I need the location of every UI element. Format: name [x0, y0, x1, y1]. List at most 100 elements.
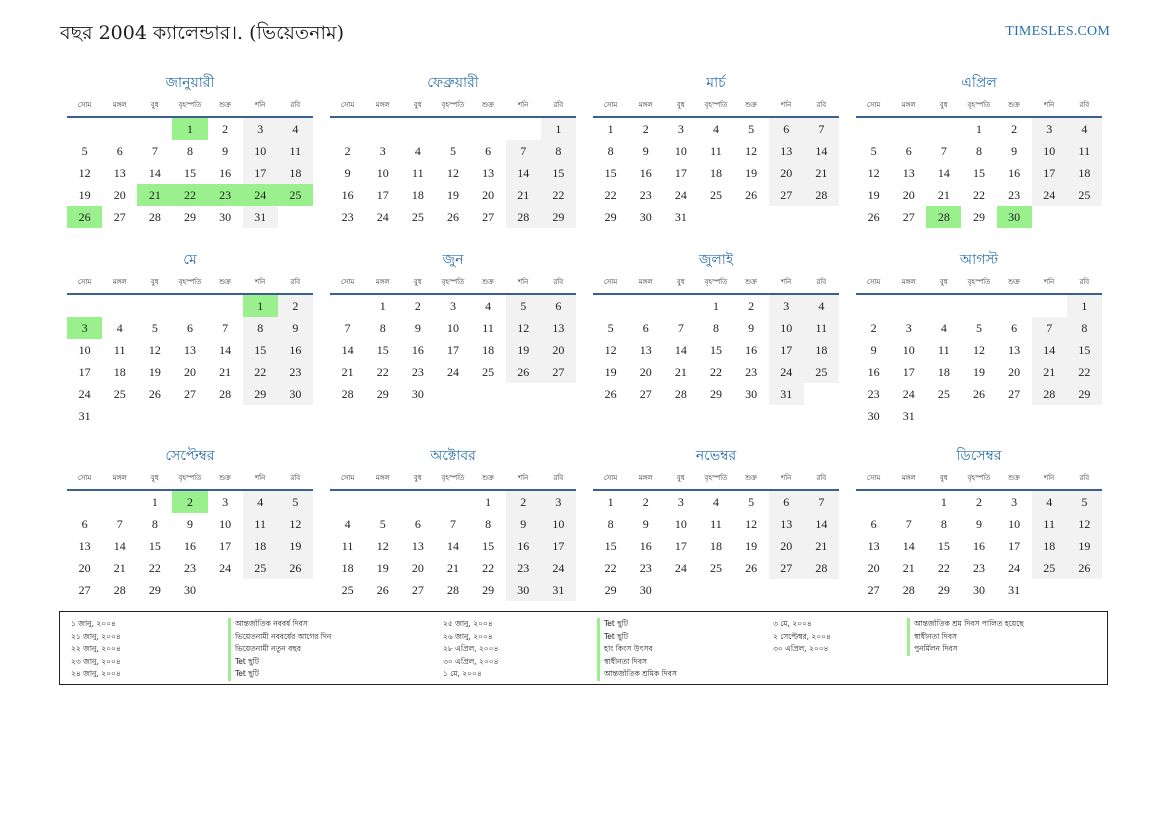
empty-cell: [997, 295, 1032, 317]
day-cell: 10: [768, 317, 804, 339]
day-cell: 22: [1066, 361, 1102, 383]
empty-cell: [926, 295, 961, 317]
day-cell: 10: [446, 321, 459, 335]
month-block: ডিসেম্বর সোম মঙ্গল বুধ বৃহস্পতি শুক্র শনি রবি 1 2…: [856, 446, 1102, 606]
weekday-label: শুক্র: [745, 278, 757, 286]
day-cell: 22: [376, 365, 389, 379]
day-cell: 25: [709, 561, 722, 575]
day-cell: 11: [277, 140, 313, 162]
day-cell: 9: [277, 317, 313, 339]
weekday-label: বুধ: [939, 278, 948, 286]
day-cell: 4: [242, 491, 278, 513]
day-cell: 1: [712, 299, 719, 313]
holiday-date: ২৪ জানু, ২০০৪: [71, 669, 121, 678]
day-cell: 9: [642, 517, 649, 531]
day-cell: 26: [604, 387, 617, 401]
day-cell: 21: [113, 561, 126, 575]
day-cell: 30: [867, 409, 880, 423]
day-cell: 27: [482, 210, 495, 224]
day-cell: 8: [485, 517, 492, 531]
day-cell: 22: [937, 561, 950, 575]
day-cell: 12: [505, 317, 541, 339]
day-cell: 29: [183, 210, 196, 224]
day-cell: 21: [902, 561, 915, 575]
month-block: জুন সোম মঙ্গল বুধ বৃহস্পতি শুক্র শনি রবি 1 2 3 4 5 6 7…: [330, 250, 576, 442]
day-cell: 31: [1008, 583, 1021, 597]
weekday-label: রবি: [816, 101, 827, 109]
day-cell: 5: [748, 122, 755, 136]
day-cell: 22: [604, 188, 617, 202]
day-cell: 7: [116, 517, 123, 531]
day-cells: 1 2 3 4 5 6 7 8 9 10 11 12 13 14 15 16 17 18 19 20 21 22 23 24 2…: [330, 295, 576, 405]
day-cell: 7: [803, 491, 839, 513]
day-cell: 6: [905, 144, 912, 158]
day-cell: 29: [937, 583, 950, 597]
empty-cell: [628, 295, 663, 317]
day-cell: 4: [1031, 491, 1067, 513]
holiday-date: ৩ মে, ২০০৪: [773, 619, 812, 628]
day-cell: 15: [482, 539, 495, 553]
day-cell: 16: [505, 535, 541, 557]
day-cell: 25: [937, 387, 950, 401]
day-cell: 2: [344, 144, 351, 158]
holiday-name-column: Tet ছুটি Tet ছুটি হাং কিংস উৎসব স্বাধীনতা দ…: [597, 618, 677, 681]
empty-cell: [471, 118, 506, 140]
day-cell: 16: [867, 365, 880, 379]
weekday-label: শুক্র: [482, 278, 494, 286]
holiday-name-column: আন্তর্জাতিক শ্রম দিবস পালিত হয়েছে স্বাধী…: [907, 618, 1024, 656]
day-cell: 29: [540, 206, 576, 228]
day-cell: 4: [344, 517, 351, 531]
holiday-date: ৩০ এপ্রিল, ২০০৪: [443, 656, 499, 666]
weekday-label: বুধ: [413, 101, 422, 109]
day-cell: 9: [186, 517, 193, 531]
weekday-header: সোম মঙ্গল বুধ বৃহস্পতি শুক্র শনি রবি: [593, 271, 839, 295]
day-cell: 13: [867, 539, 880, 553]
weekday-label: শুক্র: [745, 474, 757, 482]
day-cell: 27: [411, 583, 424, 597]
day-cell: 13: [113, 166, 126, 180]
weekday-label: সোম: [340, 474, 355, 482]
day-cell: 19: [867, 188, 880, 202]
day-cell: 9: [1011, 144, 1018, 158]
day-cell: 13: [902, 166, 915, 180]
day-cell: 9: [870, 343, 877, 357]
day-cell: 15: [709, 343, 722, 357]
holiday-name-column: আন্তর্জাতিক নববর্ষ দিবস ভিয়েতনামী নববর্ষ…: [228, 618, 331, 681]
day-cell: 12: [277, 513, 313, 535]
day-cell: 10: [219, 517, 232, 531]
day-cell: 18: [1031, 535, 1067, 557]
day-cell: 3: [242, 118, 278, 140]
month-block: জুলাই সোম মঙ্গল বুধ বৃহস্পতি শুক্র শনি রবি 1 2 3 4 5…: [593, 250, 839, 442]
day-cell: 21: [1031, 361, 1067, 383]
day-cell: 22: [709, 365, 722, 379]
day-cell: 13: [78, 539, 91, 553]
day-cell: 25: [113, 387, 126, 401]
holiday-date: ২৩ জানু, ২০০৪: [71, 656, 121, 666]
day-cell: 12: [867, 166, 880, 180]
day-cell: 12: [78, 166, 91, 180]
day-cell: 7: [222, 321, 229, 335]
weekday-label: বুধ: [676, 474, 685, 482]
day-cell: 7: [803, 118, 839, 140]
weekday-header: সোম মঙ্গল বুধ বৃহস্পতি শুক্র শনি রবি: [67, 271, 313, 295]
empty-cell: [67, 118, 102, 140]
day-cell: 18: [709, 166, 722, 180]
day-cell: 6: [642, 321, 649, 335]
day-cell: 31: [540, 579, 576, 601]
empty-cell: [330, 295, 365, 317]
site-link[interactable]: TIMESLES.COM: [1005, 24, 1110, 40]
day-cell: 27: [768, 184, 804, 206]
weekday-label: শুক্র: [219, 278, 231, 286]
day-cell: 19: [78, 188, 91, 202]
day-cell: 28: [902, 583, 915, 597]
day-cell: 30: [505, 579, 541, 601]
day-cell: 15: [604, 166, 617, 180]
day-cell: 25: [411, 210, 424, 224]
day-cell: 23: [639, 188, 652, 202]
empty-cell: [891, 491, 926, 513]
day-cell: 9: [505, 513, 541, 535]
day-cell: 8: [242, 317, 278, 339]
day-cell: 17: [219, 539, 232, 553]
weekday-label: শনি: [781, 101, 792, 109]
day-cell: 30: [639, 583, 652, 597]
